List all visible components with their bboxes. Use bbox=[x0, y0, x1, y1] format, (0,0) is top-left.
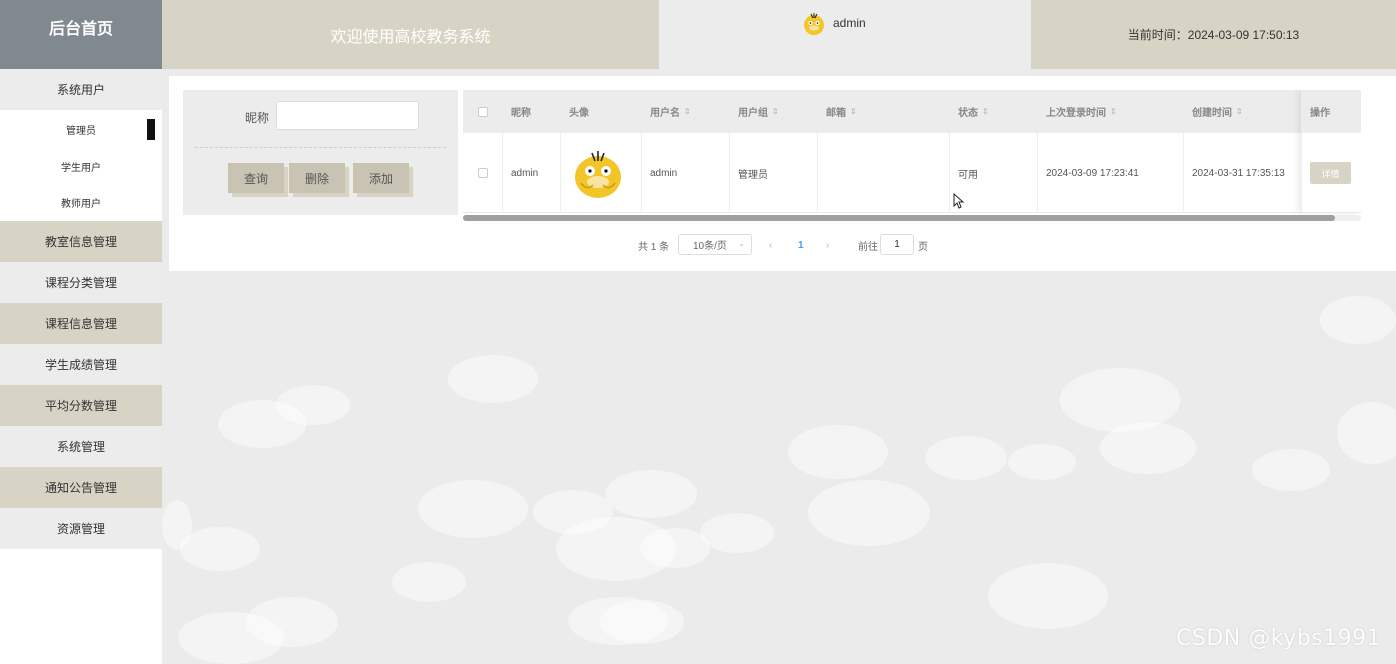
column-last-login[interactable]: 上次登录时间 ⇕ bbox=[1038, 90, 1184, 133]
user-avatar-icon bbox=[804, 13, 824, 35]
select-all-checkbox[interactable] bbox=[478, 106, 488, 117]
horizontal-scrollbar[interactable] bbox=[463, 215, 1335, 221]
column-email[interactable]: 邮箱 ⇕ bbox=[818, 90, 950, 133]
goto-page-input[interactable] bbox=[880, 234, 914, 255]
sort-icon[interactable]: ⇕ bbox=[850, 107, 857, 116]
active-indicator bbox=[147, 119, 155, 140]
sidebar-item-grades[interactable]: 学生成绩管理 bbox=[0, 344, 162, 385]
table-header: 昵称 头像 用户名 ⇕ 用户组 ⇕ 邮箱 ⇕ 状态 ⇕ 上次登录时间 ⇕ 创建时间 ⇕ 操作 bbox=[463, 90, 1361, 133]
column-avatar: 头像 bbox=[569, 108, 589, 119]
cell-username: admin bbox=[642, 133, 730, 213]
prev-page-icon[interactable]: ‹ bbox=[769, 234, 772, 256]
sort-icon[interactable]: ⇕ bbox=[684, 107, 691, 116]
users-table: 昵称 头像 用户名 ⇕ 用户组 ⇕ 邮箱 ⇕ 状态 ⇕ 上次登录时间 ⇕ 创建时间 ⇕ 操作… bbox=[463, 90, 1361, 216]
nickname-label: 昵称 bbox=[245, 111, 270, 125]
query-button[interactable]: 查询 bbox=[228, 163, 284, 193]
nickname-search-input[interactable] bbox=[276, 101, 419, 130]
row-checkbox[interactable] bbox=[477, 168, 488, 178]
current-time: 当前时间：2024-03-09 17:50:13 bbox=[1031, 0, 1396, 69]
page-size-value: 10条/页 bbox=[693, 241, 727, 252]
sidebar-item-resources[interactable]: 资源管理 bbox=[0, 508, 162, 549]
divider bbox=[195, 147, 446, 148]
next-page-icon[interactable]: › bbox=[826, 234, 829, 256]
sidebar-item-classroom[interactable]: 教室信息管理 bbox=[0, 221, 162, 262]
goto-label: 前往 bbox=[858, 241, 878, 253]
sidebar: 系统用户 管理员 学生用户 教师用户 教室信息管理 课程分类管理 课程信息管理 … bbox=[0, 69, 162, 664]
cell-avatar bbox=[561, 133, 642, 213]
user-info[interactable]: admin bbox=[659, 0, 1031, 69]
psyduck-avatar-icon bbox=[575, 151, 621, 198]
sidebar-subitem-teachers[interactable]: 教师用户 bbox=[0, 184, 162, 221]
sidebar-subitem-label: 管理员 bbox=[66, 125, 96, 137]
add-button[interactable]: 添加 bbox=[353, 163, 409, 193]
fixed-action-column bbox=[1301, 90, 1361, 213]
search-form: 昵称 查询 删除 添加 bbox=[183, 90, 458, 215]
sidebar-item-system-management[interactable]: 系统管理 bbox=[0, 426, 162, 467]
sort-icon[interactable]: ⇕ bbox=[982, 107, 989, 116]
sidebar-item-course-category[interactable]: 课程分类管理 bbox=[0, 262, 162, 303]
watermark: CSDN @kybs1991 bbox=[1176, 626, 1382, 651]
column-group[interactable]: 用户组 ⇕ bbox=[730, 90, 818, 133]
sort-icon[interactable]: ⇕ bbox=[772, 107, 779, 116]
sidebar-subitem-admin[interactable]: 管理员 bbox=[0, 110, 162, 148]
sidebar-item-course-info[interactable]: 课程信息管理 bbox=[0, 303, 162, 344]
cell-last-login: 2024-03-09 17:23:41 bbox=[1038, 133, 1184, 213]
username: admin bbox=[833, 16, 866, 30]
column-nickname: 昵称 bbox=[511, 108, 531, 119]
pagination-total: 共 1 条 bbox=[638, 241, 670, 253]
delete-button[interactable]: 删除 bbox=[289, 163, 345, 193]
page-suffix: 页 bbox=[918, 241, 928, 253]
sidebar-item-system-users[interactable]: 系统用户 bbox=[0, 69, 162, 110]
column-created[interactable]: 创建时间 ⇕ bbox=[1184, 90, 1302, 133]
column-status[interactable]: 状态 ⇕ bbox=[950, 90, 1038, 133]
page-size-select[interactable]: 10条/页 ⌄ bbox=[678, 234, 752, 255]
sidebar-item-average-score[interactable]: 平均分数管理 bbox=[0, 385, 162, 426]
sidebar-subitem-students[interactable]: 学生用户 bbox=[0, 148, 162, 185]
cell-created: 2024-03-31 17:35:13 bbox=[1184, 133, 1302, 213]
chevron-down-icon: ⌄ bbox=[738, 239, 745, 248]
cell-group: 管理员 bbox=[730, 133, 818, 213]
home-logo[interactable]: 后台首页 bbox=[0, 0, 162, 69]
sidebar-item-notices[interactable]: 通知公告管理 bbox=[0, 467, 162, 508]
cell-email bbox=[818, 133, 950, 213]
sort-icon[interactable]: ⇕ bbox=[1236, 107, 1243, 116]
page-title: 欢迎使用高校教务系统 bbox=[162, 0, 659, 69]
cell-nickname: admin bbox=[503, 133, 561, 213]
table-row: admin admin 管理员 可用 2024-03-09 17:23:41 2… bbox=[463, 133, 1361, 213]
mouse-cursor-icon bbox=[953, 193, 965, 209]
sort-icon[interactable]: ⇕ bbox=[1110, 107, 1117, 116]
column-username[interactable]: 用户名 ⇕ bbox=[642, 90, 730, 133]
page-number[interactable]: 1 bbox=[798, 234, 804, 256]
